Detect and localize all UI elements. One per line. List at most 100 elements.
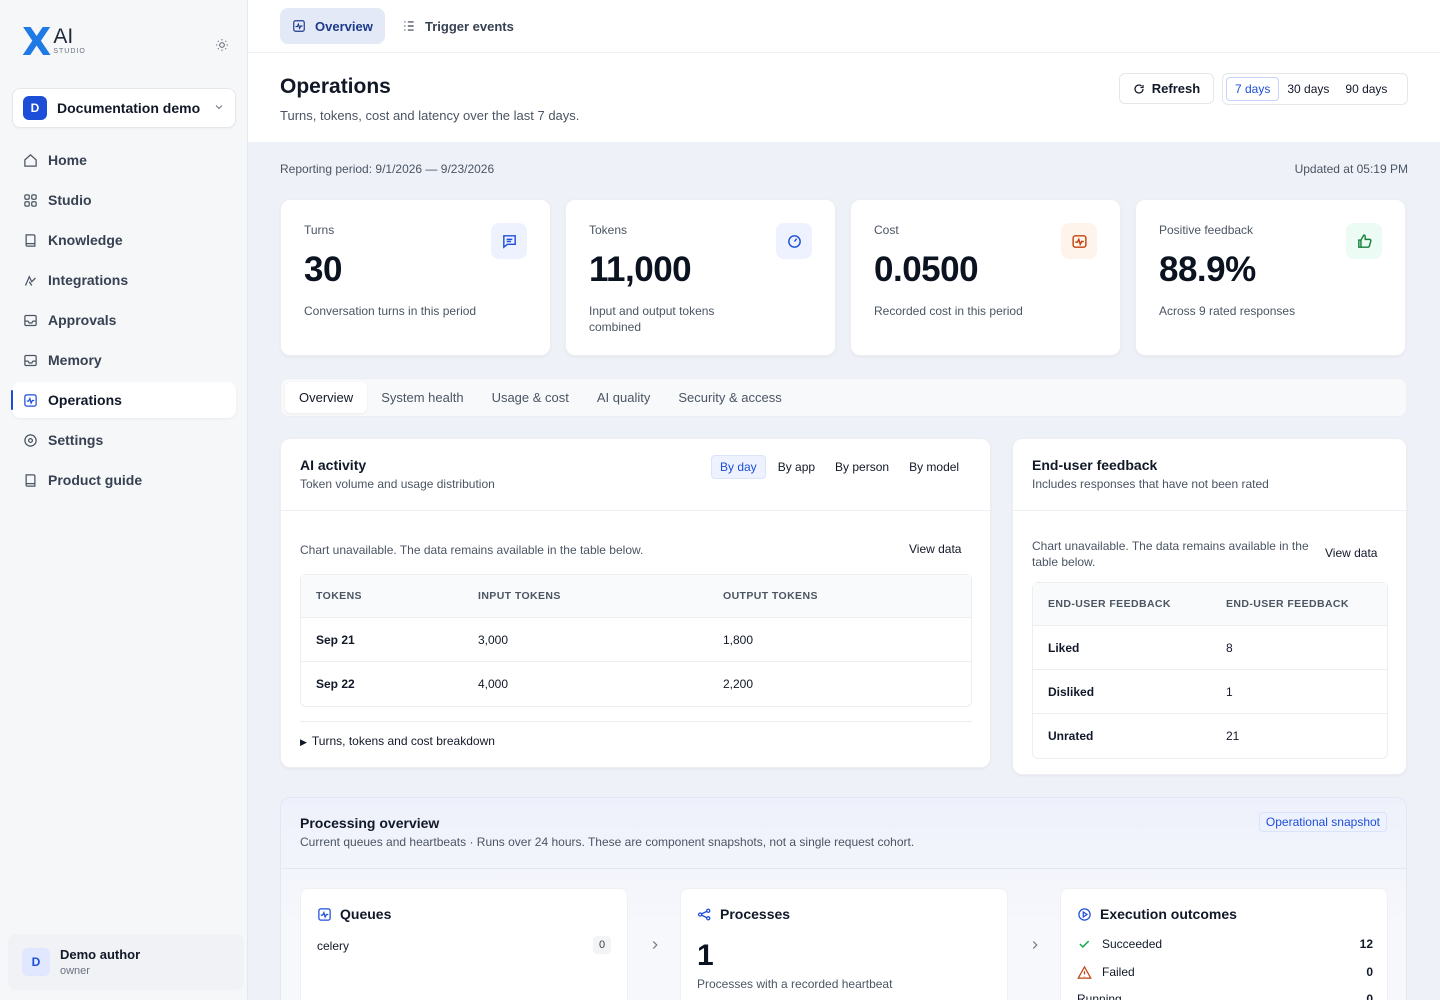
process-count: 1	[697, 939, 714, 972]
queue-count-badge: 0	[593, 936, 611, 954]
row-label: Sep 21	[301, 618, 463, 662]
sidebar-item-studio[interactable]: Studio	[12, 182, 236, 218]
kpi-description: Recorded cost in this period	[874, 304, 1023, 318]
sidebar-item-label: Memory	[48, 352, 102, 368]
grouping-tabs: By day By app By person By model	[711, 455, 967, 479]
cell-value: 21	[1226, 729, 1240, 743]
tab-label: Overview	[315, 18, 373, 34]
activity-icon	[1061, 223, 1097, 259]
column-header: INPUT TOKENS	[463, 575, 708, 618]
outcome-label: Running	[1077, 992, 1122, 1000]
cell-input-tokens: 4,000	[478, 677, 509, 691]
refresh-button[interactable]: Refresh	[1119, 73, 1214, 104]
grouping-by-app[interactable]: By app	[770, 455, 823, 479]
range-90-days[interactable]: 90 days	[1337, 77, 1395, 101]
activity-icon	[317, 907, 332, 922]
column-header: OUTPUT TOKENS	[708, 575, 971, 618]
avatar: D	[22, 948, 50, 976]
kpi-value: 30	[304, 250, 342, 289]
sidebar-item-knowledge[interactable]: Knowledge	[12, 222, 236, 258]
theme-toggle-sun-icon[interactable]	[213, 36, 231, 54]
user-name: Demo author	[60, 947, 141, 962]
home-icon	[22, 152, 38, 168]
breakdown-disclosure[interactable]: ▶ Turns, tokens and cost breakdown	[300, 721, 972, 748]
sidebar-item-operations[interactable]: Operations	[11, 382, 236, 418]
top-tab-bar: Overview Trigger events	[248, 0, 1440, 53]
sidebar-item-product-guide[interactable]: Product guide	[12, 462, 236, 498]
kpi-value: 0.0500	[874, 250, 979, 289]
range-30-days[interactable]: 30 days	[1279, 77, 1337, 101]
grid-icon	[22, 192, 38, 208]
sidebar-item-integrations[interactable]: Integrations	[12, 262, 236, 298]
card-title: Processes	[720, 906, 791, 922]
logo-mark: X	[22, 20, 51, 64]
outcome-value: 12	[1359, 937, 1373, 951]
sidebar-item-settings[interactable]: Settings	[12, 422, 236, 458]
sidebar-item-label: Operations	[48, 392, 122, 408]
gauge-icon	[776, 223, 812, 259]
kpi-card-tokens: Tokens 11,000 Input and output tokens co…	[565, 199, 836, 356]
sidebar-item-home[interactable]: Home	[12, 142, 236, 178]
outcome-value: 0	[1366, 965, 1373, 979]
table-row: Unrated 21	[1033, 714, 1387, 758]
tab-system-health[interactable]: System health	[367, 382, 477, 413]
row-label: Sep 22	[316, 677, 355, 691]
book-icon	[22, 472, 38, 488]
outcome-row-succeeded: Succeeded 12	[1077, 936, 1373, 952]
list-icon	[402, 19, 416, 33]
settings-icon	[22, 432, 38, 448]
workspace-name: Documentation demo	[57, 100, 201, 116]
sidebar-item-label: Settings	[48, 432, 104, 448]
activity-icon	[22, 392, 38, 408]
card-subtitle: Includes responses that have not been ra…	[1032, 477, 1269, 491]
queue-name: celery	[317, 939, 350, 953]
app-logo[interactable]: X AI STUDIO	[22, 20, 86, 64]
logo-text: AI	[53, 25, 74, 48]
range-7-days[interactable]: 7 days	[1226, 77, 1280, 101]
table-row: Sep 22 4,000 2,200	[301, 662, 971, 706]
column-header: TOKENS	[301, 575, 463, 618]
page-subtitle: Turns, tokens, cost and latency over the…	[280, 108, 580, 123]
tab-security-access[interactable]: Security & access	[664, 382, 795, 413]
tab-trigger-events[interactable]: Trigger events	[390, 8, 526, 44]
inbox-icon	[22, 312, 38, 328]
section-title: Processing overview	[300, 815, 440, 831]
view-data-button[interactable]: View data	[1325, 546, 1377, 560]
grouping-by-model[interactable]: By model	[901, 455, 967, 479]
card-title: Execution outcomes	[1100, 906, 1237, 922]
kpi-label: Turns	[304, 223, 335, 237]
sidebar-item-label: Home	[48, 152, 87, 168]
cell-value: 8	[1211, 626, 1387, 670]
chart-unavailable-note: Chart unavailable. The data remains avai…	[300, 543, 644, 557]
divider	[281, 868, 1406, 869]
user-role: owner	[60, 965, 90, 977]
sidebar-item-approvals[interactable]: Approvals	[12, 302, 236, 338]
tab-overview-section[interactable]: Overview	[285, 382, 368, 413]
grouping-by-day[interactable]: By day	[711, 455, 766, 479]
sidebar-item-memory[interactable]: Memory	[12, 342, 236, 378]
user-profile[interactable]: D Demo author owner	[8, 934, 244, 990]
tab-overview[interactable]: Overview	[280, 8, 385, 44]
outcome-label: Succeeded	[1102, 937, 1163, 951]
chevron-right-icon	[648, 938, 662, 952]
queues-card: Queues celery 0	[300, 888, 628, 1000]
kpi-label: Tokens	[589, 223, 628, 237]
kpi-label: Cost	[874, 223, 899, 237]
tab-ai-quality[interactable]: AI quality	[583, 382, 664, 413]
date-range-selector: 7 days 30 days 90 days	[1222, 73, 1408, 105]
updated-timestamp: Updated at 05:19 PM	[1294, 162, 1408, 176]
book-icon	[22, 232, 38, 248]
integrations-icon	[22, 272, 38, 288]
sidebar-item-label: Approvals	[48, 312, 117, 328]
workspace-switcher[interactable]: D Documentation demo	[12, 88, 236, 128]
logo-subtext: STUDIO	[53, 48, 86, 55]
sidebar-item-label: Product guide	[48, 472, 143, 488]
refresh-icon	[1133, 83, 1145, 95]
sidebar-item-label: Knowledge	[48, 232, 123, 248]
grouping-by-person[interactable]: By person	[827, 455, 897, 479]
view-data-button[interactable]: View data	[909, 542, 961, 556]
thumbs-up-icon	[1346, 223, 1382, 259]
tab-usage-cost[interactable]: Usage & cost	[478, 382, 583, 413]
kpi-card-positive-feedback: Positive feedback 88.9% Across 9 rated r…	[1135, 199, 1406, 356]
section-tabs: Overview System health Usage & cost AI q…	[280, 378, 1407, 417]
